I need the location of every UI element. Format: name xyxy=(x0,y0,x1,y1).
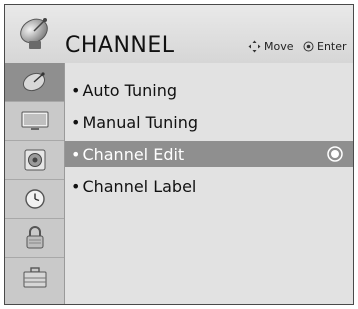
menu-item-manual-tuning[interactable]: • Manual Tuning xyxy=(65,109,353,135)
selected-radio-icon xyxy=(327,146,343,162)
menu-item-label: Manual Tuning xyxy=(82,112,199,132)
satellite-icon xyxy=(22,72,45,92)
speaker-icon xyxy=(24,149,45,171)
sidebar-item-option[interactable] xyxy=(5,258,64,297)
sidebar-item-channel[interactable] xyxy=(5,63,64,102)
bullet: • xyxy=(71,112,81,132)
menu-item-channel-edit[interactable]: • Channel Edit xyxy=(65,141,353,167)
bullet: • xyxy=(71,144,81,164)
sidebar-item-audio[interactable] xyxy=(5,141,64,180)
sidebar-item-picture[interactable] xyxy=(5,102,64,141)
clock-icon xyxy=(24,189,45,209)
move-hint: Move xyxy=(248,40,294,53)
menu-list: • Auto Tuning • Manual Tuning • Channel … xyxy=(65,63,353,304)
menu-header: CHANNEL Move Enter xyxy=(5,5,353,63)
lock-icon xyxy=(26,226,43,249)
channel-menu-window: CHANNEL Move Enter • Auto Tuning • Manua… xyxy=(4,4,354,305)
directional-pad-icon xyxy=(248,40,261,53)
satellite-dish-icon xyxy=(20,18,48,49)
sidebar-item-time[interactable] xyxy=(5,180,64,219)
enter-hint-label: Enter xyxy=(317,40,347,53)
menu-item-label: Auto Tuning xyxy=(82,80,178,100)
ok-button-icon xyxy=(303,41,314,52)
tv-screen-icon xyxy=(21,111,48,130)
enter-hint: Enter xyxy=(303,40,347,53)
menu-item-label: Channel Edit xyxy=(82,144,185,164)
toolbox-icon xyxy=(23,266,46,287)
sidebar-item-lock[interactable] xyxy=(5,219,64,258)
menu-item-auto-tuning[interactable]: • Auto Tuning xyxy=(65,77,353,103)
bullet: • xyxy=(71,176,81,196)
menu-item-channel-label[interactable]: • Channel Label xyxy=(65,173,353,199)
page-title: CHANNEL xyxy=(65,33,175,58)
category-sidebar xyxy=(5,63,65,304)
bullet: • xyxy=(71,80,81,100)
menu-item-label: Channel Label xyxy=(82,176,197,196)
move-hint-label: Move xyxy=(264,40,294,53)
